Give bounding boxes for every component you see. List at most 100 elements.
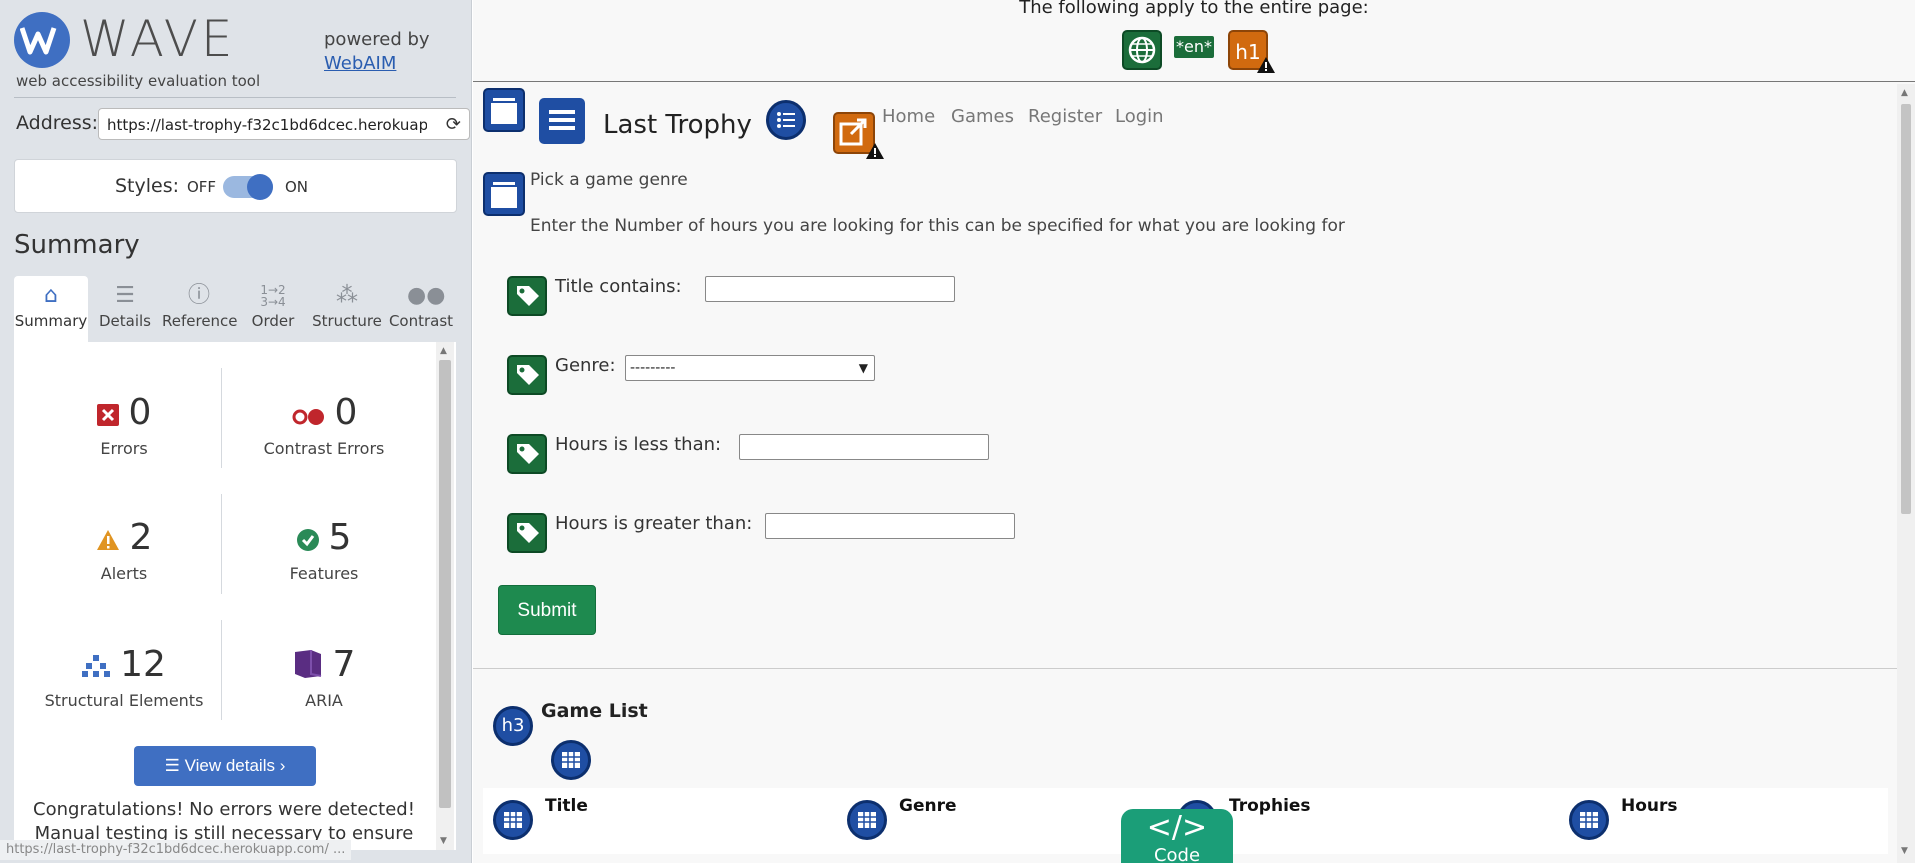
nav-games[interactable]: Games [951, 106, 1014, 127]
page-scrollbar[interactable]: ▲ ▼ [1897, 84, 1915, 863]
summary-panel: 0 Errors 0 Contrast Errors 2 Alerts 5 Fe… [14, 342, 456, 850]
reload-icon[interactable]: ⟳ [446, 114, 461, 135]
info-icon: ⓘ [187, 283, 210, 308]
aria-icon [293, 646, 323, 687]
aria-count: 7 [332, 644, 356, 685]
table-header-icon[interactable] [1569, 800, 1609, 840]
section-divider [473, 668, 1897, 669]
wave-logo: WAVE web accessibility evaluation tool p… [14, 10, 458, 94]
stat-structural: 12 Structural Elements [24, 644, 224, 710]
tab-label: Order [251, 312, 295, 330]
hours-greater-label: Hours is greater than: [555, 513, 753, 534]
header-landmark-icon[interactable] [483, 88, 525, 132]
errors-label: Errors [100, 438, 148, 458]
genre-selected-value: --------- [630, 360, 676, 376]
stat-features: 5 Features [224, 517, 424, 583]
scroll-up-icon[interactable]: ▲ [440, 346, 447, 356]
tab-reference[interactable]: ⓘ Reference [162, 276, 238, 342]
tab-summary[interactable]: ⌂ Summary [14, 276, 88, 342]
hours-greater-field-row: Hours is greater than: [507, 509, 1015, 553]
structural-count: 12 [120, 644, 166, 685]
scroll-down-icon[interactable]: ▼ [440, 836, 447, 846]
features-count: 5 [328, 517, 352, 558]
view-details-label: View details › [184, 756, 286, 775]
title-field-row: Title contains: [507, 272, 1007, 316]
warning-icon [866, 143, 884, 159]
error-icon [96, 394, 119, 435]
hierarchy-icon: ⁂ [336, 283, 358, 308]
powered-by: powered by WebAIM [324, 28, 430, 76]
stat-divider [221, 620, 222, 720]
styles-toggle[interactable] [223, 174, 273, 200]
genre-label: Genre: [555, 355, 616, 376]
scrollbar-thumb[interactable] [439, 360, 451, 808]
wave-logo-word: WAVE [80, 10, 236, 68]
contrast-error-icon [291, 394, 325, 435]
tab-structure[interactable]: ⁂ Structure [310, 276, 384, 342]
genre-instructions: Enter the Number of hours you are lookin… [530, 216, 1345, 236]
nav-register[interactable]: Register [1028, 106, 1102, 127]
tab-label: Contrast [388, 312, 454, 330]
scroll-up-icon[interactable]: ▲ [1901, 88, 1908, 98]
submit-button[interactable]: Submit [498, 585, 596, 635]
styles-label: Styles: [115, 175, 180, 197]
site-title[interactable]: Last Trophy [603, 110, 752, 140]
language-globe-icon[interactable] [1122, 30, 1162, 70]
status-bar-url: https://last-trophy-f32c1bd6dcec.herokua… [0, 840, 352, 860]
hours-less-field-row: Hours is less than: [507, 430, 1007, 474]
hours-less-input[interactable] [739, 434, 989, 460]
tab-label: Details [98, 312, 151, 330]
stat-aria: 7 ARIA [224, 644, 424, 710]
structure-icon [82, 646, 111, 687]
genre-field-row: Genre: --------- ▼ [507, 351, 1007, 395]
th-genre: Genre [899, 796, 957, 816]
tab-contrast[interactable]: ●● Contrast [384, 276, 458, 342]
powered-by-text: powered by [324, 29, 430, 50]
address-input[interactable] [107, 115, 427, 135]
tab-order[interactable]: 1→2 3→4 Order [236, 276, 310, 342]
hours-greater-input[interactable] [765, 513, 1015, 539]
label-tag-icon[interactable] [507, 434, 547, 474]
label-tag-icon[interactable] [507, 276, 547, 316]
aria-label: ARIA [305, 690, 343, 710]
table-icon[interactable] [551, 740, 591, 780]
redundant-link-alert-icon[interactable] [833, 112, 884, 159]
address-label: Address: [16, 112, 99, 134]
congrats-line-1: Congratulations! No errors were detected… [33, 799, 415, 820]
label-tag-icon[interactable] [507, 355, 547, 395]
congrats-message: Congratulations! No errors were detected… [14, 798, 434, 846]
nav-login[interactable]: Login [1115, 106, 1164, 127]
order-icon: 1→2 3→4 [260, 283, 286, 309]
title-input[interactable] [705, 276, 955, 302]
navigation-landmark-icon[interactable] [539, 98, 585, 144]
list-structure-icon[interactable] [766, 100, 806, 140]
contrast-errors-label: Contrast Errors [263, 438, 385, 458]
stat-divider [221, 494, 222, 594]
language-en-badge[interactable]: *en* [1174, 36, 1214, 58]
scroll-down-icon[interactable]: ▼ [1901, 846, 1908, 856]
tab-label: Reference [162, 312, 238, 330]
wave-tagline: web accessibility evaluation tool [16, 72, 261, 90]
styles-off-label: OFF [187, 178, 217, 196]
title-label: Title contains: [555, 276, 682, 297]
webaim-link[interactable]: WebAIM [324, 52, 430, 76]
list-icon: ☰ [164, 756, 185, 775]
tab-details[interactable]: ☰ Details [88, 276, 162, 342]
label-tag-icon[interactable] [507, 513, 547, 553]
h3-heading-icon[interactable]: h3 [493, 706, 533, 746]
alerts-label: Alerts [100, 563, 148, 583]
main-landmark-icon[interactable] [483, 172, 525, 216]
summary-scrollbar[interactable]: ▲ ▼ [436, 342, 454, 850]
table-header-icon[interactable] [493, 800, 533, 840]
th-trophies: Trophies [1229, 796, 1311, 816]
nav-home[interactable]: Home [882, 106, 935, 127]
code-toggle-button[interactable]: </> Code [1121, 809, 1233, 863]
genre-select[interactable]: --------- ▼ [625, 355, 875, 381]
scrollbar-thumb[interactable] [1901, 104, 1911, 514]
view-details-button[interactable]: ☰ View details › [134, 746, 316, 786]
th-title: Title [545, 796, 588, 816]
table-header-icon[interactable] [847, 800, 887, 840]
banner-text: The following apply to the entire page: [1019, 0, 1369, 18]
game-list-heading: Game List [541, 700, 648, 722]
h1-alert-badge[interactable]: h1 [1228, 30, 1275, 73]
